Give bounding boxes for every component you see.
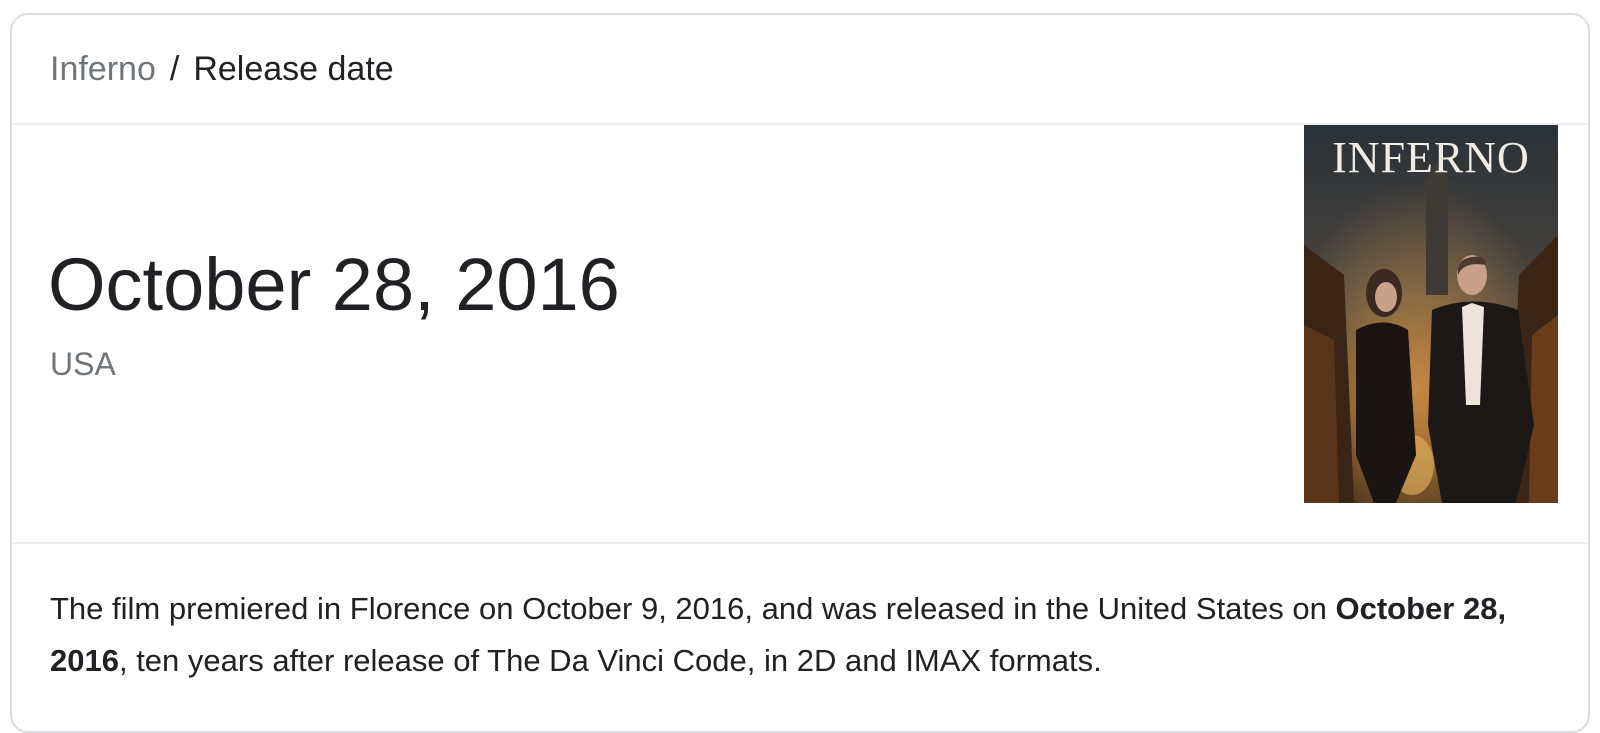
breadcrumb-separator: /	[169, 50, 180, 88]
breadcrumb-current: Release date	[193, 50, 394, 88]
release-date-value: October 28, 2016	[48, 243, 620, 326]
breadcrumb: Inferno / Release date	[50, 49, 394, 89]
breadcrumb-parent-link[interactable]: Inferno	[50, 50, 156, 88]
poster-title: INFERNO	[1332, 133, 1530, 182]
release-region: USA	[50, 346, 116, 382]
release-description: The film premiered in Florence on Octobe…	[50, 583, 1550, 687]
description-text-1: The film premiered in Florence on Octobe…	[50, 591, 1336, 626]
description-text-2: , ten years after release of The Da Vinc…	[118, 643, 1102, 678]
release-date-card: Inferno / Release date October 28, 2016 US…	[10, 13, 1590, 733]
section-divider	[12, 542, 1588, 544]
movie-poster[interactable]: INFERNO	[1304, 125, 1558, 503]
